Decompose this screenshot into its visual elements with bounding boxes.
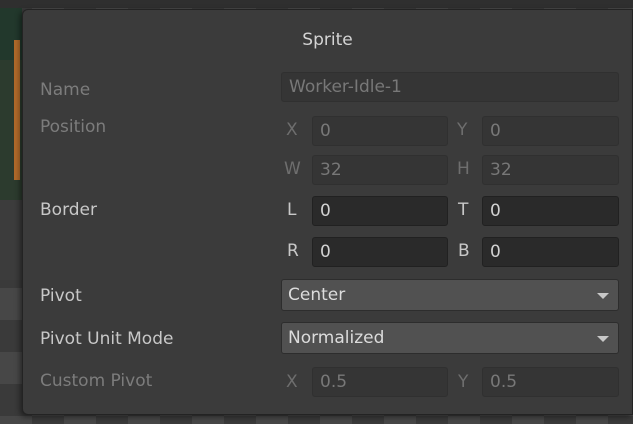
border-label: Border bbox=[40, 200, 97, 220]
position-h-axis-label: H bbox=[457, 159, 470, 179]
position-x-axis-label: X bbox=[286, 120, 298, 140]
custom-pivot-x-field[interactable]: 0.5 bbox=[312, 367, 448, 397]
border-t-axis-label: T bbox=[458, 200, 469, 220]
pivot-selected-value: Center bbox=[288, 285, 346, 305]
position-y-axis-label: Y bbox=[457, 120, 468, 140]
position-y-field[interactable]: 0 bbox=[482, 116, 619, 146]
name-label: Name bbox=[40, 80, 91, 100]
position-w-field[interactable]: 32 bbox=[312, 155, 448, 185]
position-w-axis-label: W bbox=[284, 159, 301, 179]
sprite-properties-panel: Sprite Name Worker-Idle-1 Position X 0 Y… bbox=[22, 9, 633, 415]
pivot-dropdown[interactable]: Center bbox=[281, 279, 619, 311]
pivot-label: Pivot bbox=[40, 286, 82, 306]
pivot-unit-mode-selected-value: Normalized bbox=[288, 328, 385, 348]
chevron-down-icon bbox=[597, 293, 609, 299]
border-l-axis-label: L bbox=[287, 200, 297, 220]
custom-pivot-x-axis-label: X bbox=[286, 372, 298, 392]
canvas-sprite-strip bbox=[0, 200, 22, 280]
border-l-field[interactable]: 0 bbox=[312, 196, 448, 226]
chevron-down-icon bbox=[597, 336, 609, 342]
border-r-field[interactable]: 0 bbox=[312, 237, 448, 267]
canvas-selection-edge bbox=[14, 40, 20, 180]
position-label: Position bbox=[40, 117, 107, 137]
border-t-field[interactable]: 0 bbox=[482, 196, 619, 226]
custom-pivot-label: Custom Pivot bbox=[40, 371, 153, 391]
pivot-unit-mode-label: Pivot Unit Mode bbox=[40, 329, 174, 349]
position-h-field[interactable]: 32 bbox=[482, 155, 619, 185]
border-r-axis-label: R bbox=[287, 241, 299, 261]
name-field[interactable]: Worker-Idle-1 bbox=[281, 72, 619, 102]
border-b-field[interactable]: 0 bbox=[482, 237, 619, 267]
panel-title: Sprite bbox=[302, 30, 353, 50]
border-b-axis-label: B bbox=[458, 241, 470, 261]
custom-pivot-y-field[interactable]: 0.5 bbox=[482, 367, 619, 397]
canvas-top-edge bbox=[0, 0, 633, 8]
position-x-field[interactable]: 0 bbox=[312, 116, 448, 146]
custom-pivot-y-axis-label: Y bbox=[458, 372, 469, 392]
pivot-unit-mode-dropdown[interactable]: Normalized bbox=[281, 322, 619, 354]
